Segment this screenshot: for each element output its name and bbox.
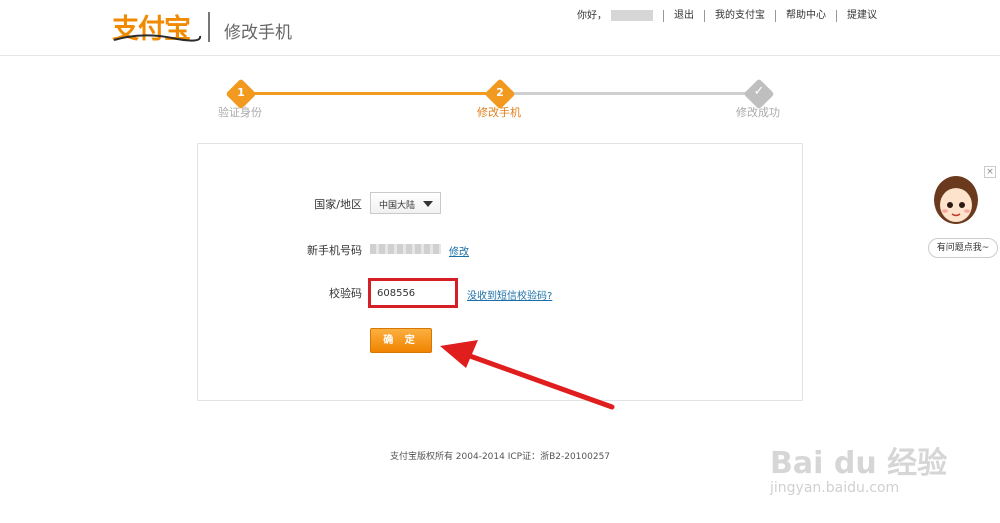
step-2-number: 2: [496, 86, 504, 99]
logout-link[interactable]: 退出: [674, 10, 694, 21]
alipay-logo[interactable]: 支付宝: [112, 8, 202, 45]
username-redacted: [611, 10, 653, 21]
top-nav: 你好， 退出 我的支付宝 帮助中心 提建议: [567, 10, 887, 23]
assistant-avatar-icon: [934, 176, 978, 224]
watermark-sub: jingyan.baidu.com: [770, 480, 900, 496]
phone-number-redacted: [370, 244, 441, 254]
code-label: 校验码: [329, 287, 362, 300]
step-line-completed: [248, 92, 488, 95]
progress-steps: 1 验证身份 2 修改手机 ✓ 修改成功: [0, 78, 1000, 120]
step-3-label: 修改成功: [736, 106, 780, 119]
step-line-pending: [512, 92, 746, 95]
header: 支付宝 修改手机 你好， 退出 我的支付宝 帮助中心 提建议: [0, 0, 1000, 56]
greeting-text: 你好，: [577, 10, 607, 22]
feedback-link[interactable]: 提建议: [847, 10, 877, 21]
verification-code-input[interactable]: 608556: [368, 278, 458, 308]
region-label: 国家/地区: [314, 198, 362, 211]
confirm-button[interactable]: 确 定: [370, 328, 432, 353]
new-phone-label: 新手机号码: [307, 244, 362, 257]
help-widget[interactable]: × 有问题点我~: [925, 166, 1000, 262]
chevron-down-icon: [423, 201, 433, 207]
logo-separator: [208, 12, 210, 42]
step-1-number: 1: [237, 86, 245, 99]
region-select-value: 中国大陆: [379, 201, 416, 211]
close-icon[interactable]: ×: [984, 166, 996, 178]
step-2-label: 修改手机: [477, 106, 521, 119]
baidu-jingyan-watermark: Bai du 经验 jingyan.baidu.com: [770, 418, 970, 508]
page-title: 修改手机: [224, 23, 292, 43]
no-sms-code-link[interactable]: 没收到短信校验码?: [467, 287, 552, 302]
change-phone-form: 国家/地区 中国大陆 新手机号码 修改 校验码 608556 没收到短信校验码?…: [197, 143, 803, 401]
region-select[interactable]: 中国大陆: [370, 192, 441, 214]
step-1-label: 验证身份: [218, 106, 262, 119]
logo-swoosh-icon: [113, 34, 202, 42]
watermark-main: Bai du 经验: [770, 446, 948, 481]
greeting: 你好，: [567, 10, 663, 23]
help-center-link[interactable]: 帮助中心: [786, 10, 826, 21]
help-bubble[interactable]: 有问题点我~: [928, 238, 998, 258]
check-icon: ✓: [753, 84, 765, 99]
modify-phone-link[interactable]: 修改: [449, 243, 469, 258]
my-alipay-link[interactable]: 我的支付宝: [715, 10, 765, 21]
